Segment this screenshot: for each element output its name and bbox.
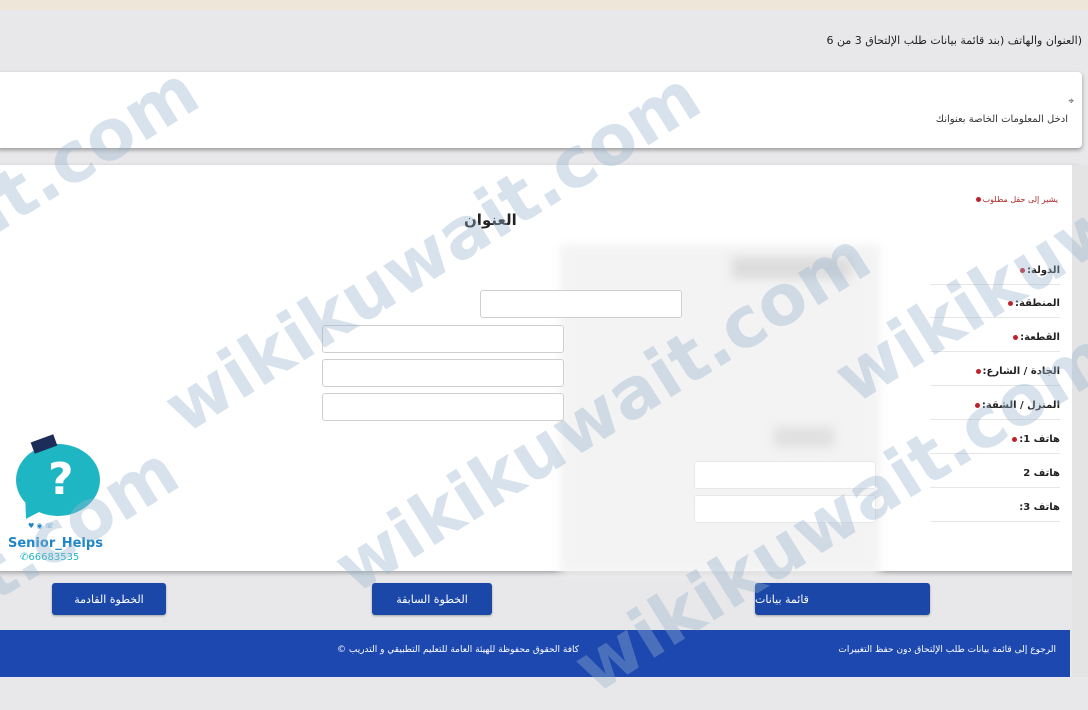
label-block: القطعة: xyxy=(930,323,1060,352)
required-dot-icon xyxy=(1012,436,1018,442)
previous-step-button[interactable]: الخطوة السابقة xyxy=(372,583,492,615)
required-note: يشير إلى حقل مطلوب xyxy=(974,195,1058,204)
list-button[interactable]: قائمة بيانات xyxy=(755,583,930,615)
logo-handle: Senior_Helps xyxy=(8,536,103,551)
footer: الرجوع إلى قائمة بيانات طلب الإلتحاق دون… xyxy=(0,630,1070,677)
senior-helps-logo: ? ♥ ◉ ☏ Senior_Helps ✆66683535 xyxy=(8,434,103,568)
top-strip xyxy=(0,0,1088,10)
phone1-value[interactable] xyxy=(774,427,834,447)
region-input[interactable] xyxy=(480,290,682,318)
label-country: الدولة: xyxy=(930,256,1060,285)
required-dot-icon xyxy=(1013,334,1019,340)
label-phone1: هاتف 1: xyxy=(930,425,1060,454)
logo-phone: ✆66683535 xyxy=(20,552,80,563)
required-dot-icon xyxy=(974,402,980,408)
copyright: كافة الحقوق محفوظة للهيئة العامة للتعليم… xyxy=(337,645,580,655)
phone2-input[interactable] xyxy=(694,461,876,489)
page-title: (العنوان والهاتف (بند قائمة بيانات طلب ا… xyxy=(826,34,1082,47)
label-street: الجادة / الشارع: xyxy=(930,357,1060,386)
next-step-button[interactable]: الخطوة القادمة xyxy=(52,583,166,615)
address-form-card: يشير إلى حقل مطلوب العنوان الدولة: المنط… xyxy=(0,165,1080,575)
info-box: ⌖ ادخل المعلومات الخاصة بعنوانك xyxy=(0,72,1082,148)
social-icons: ♥ ◉ ☏ xyxy=(28,522,54,530)
section-title: العنوان xyxy=(464,211,517,229)
pin-icon: ⌖ xyxy=(1068,96,1074,107)
label-phone2: هاتف 2 xyxy=(930,459,1060,488)
house-input[interactable] xyxy=(322,393,564,421)
country-select[interactable] xyxy=(732,257,852,279)
right-scrollbar[interactable] xyxy=(1072,165,1088,677)
required-dot-icon xyxy=(975,197,981,202)
label-phone3: هاتف 3: xyxy=(930,493,1060,522)
required-dot-icon xyxy=(975,368,981,374)
question-mark-icon: ? xyxy=(48,454,74,505)
back-link[interactable]: الرجوع إلى قائمة بيانات طلب الإلتحاق دون… xyxy=(838,645,1056,655)
required-dot-icon xyxy=(1008,300,1014,306)
phone3-input[interactable] xyxy=(694,495,876,523)
label-region: المنطقة: xyxy=(930,289,1060,318)
required-dot-icon xyxy=(1020,267,1025,273)
street-input[interactable] xyxy=(322,359,564,387)
block-input[interactable] xyxy=(322,325,564,353)
info-text: ادخل المعلومات الخاصة بعنوانك xyxy=(935,114,1068,125)
label-house: المنزل / الشقة: xyxy=(930,391,1060,420)
